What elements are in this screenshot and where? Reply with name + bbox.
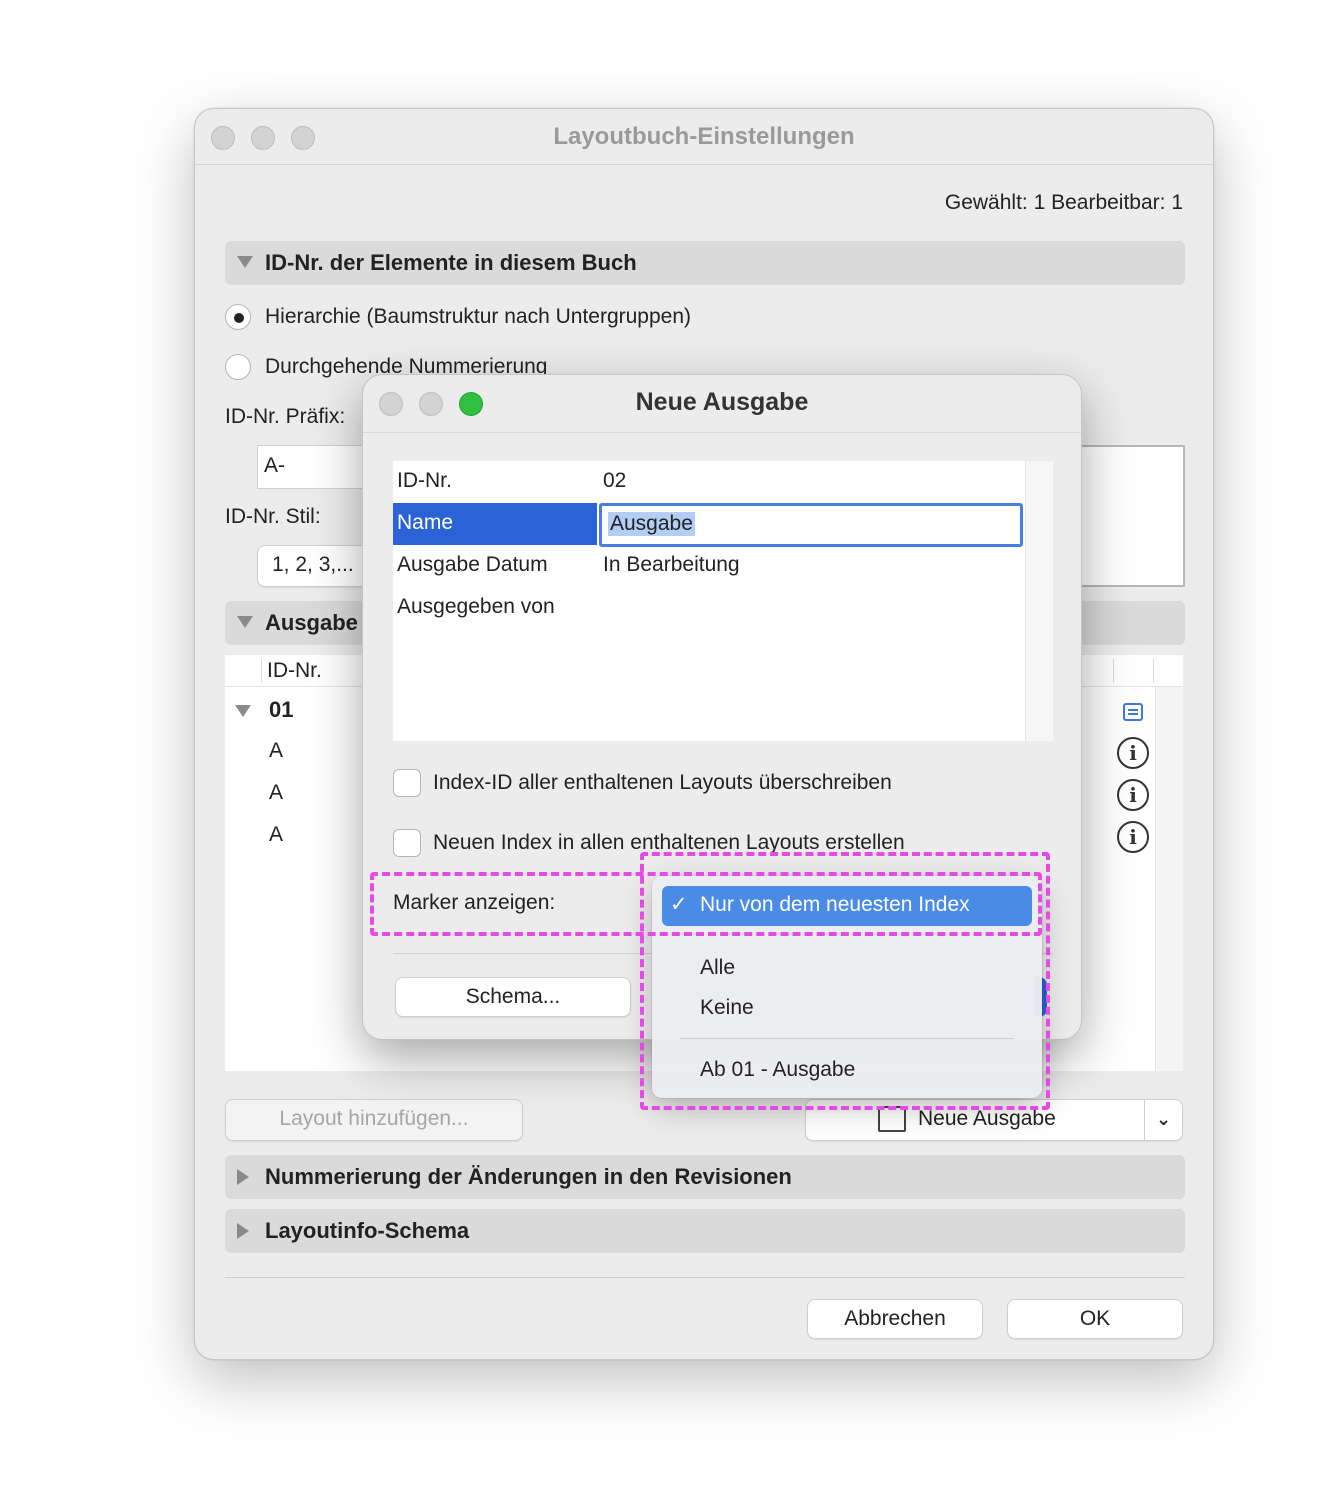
section-id-numbers-label: ID-Nr. der Elemente in diesem Buch <box>265 250 637 275</box>
name-input-text: Ausgabe <box>608 512 695 536</box>
override-index-label: Index-ID aller enthaltenen Layouts übers… <box>433 771 892 794</box>
preview-box <box>1075 445 1185 587</box>
chevron-down-icon[interactable]: ⌄ <box>1156 1100 1171 1138</box>
list-item[interactable]: A <box>269 823 283 847</box>
prefix-input[interactable]: A- <box>257 445 377 489</box>
window-title: Layoutbuch-Einstellungen <box>553 123 855 150</box>
list-item[interactable]: A <box>269 739 283 763</box>
radio-continuous[interactable] <box>225 354 251 380</box>
disclosure-triangle-icon <box>237 616 253 628</box>
disclosure-triangle-icon <box>237 256 253 268</box>
prop-key: Ausgegeben von <box>397 595 555 618</box>
properties-table: ID-Nr. 02 Name Ausgabe Ausgabe Datum In … <box>393 461 1053 741</box>
prop-value[interactable]: 02 <box>603 469 626 493</box>
prop-key: Name <box>397 511 454 534</box>
radio-hierarchy[interactable] <box>225 304 251 330</box>
prop-key: ID-Nr. <box>397 469 452 492</box>
cancel-button[interactable]: Abbrechen <box>807 1299 983 1339</box>
annotation-popup-menu <box>640 852 1050 1110</box>
override-index-checkbox[interactable] <box>393 769 421 797</box>
group-disclosure-icon[interactable] <box>235 705 251 717</box>
ok-button[interactable]: OK <box>1007 1299 1183 1339</box>
section-revisions-label: Nummerierung der Änderungen in den Revis… <box>265 1164 792 1189</box>
section-id-numbers[interactable]: ID-Nr. der Elemente in diesem Buch <box>225 241 1185 285</box>
footer-separator <box>225 1277 1185 1278</box>
prop-value[interactable]: In Bearbeitung <box>603 553 740 577</box>
info-icon[interactable]: i <box>1117 779 1149 811</box>
title-bar: Layoutbuch-Einstellungen <box>195 109 1213 165</box>
dialog-title: Neue Ausgabe <box>635 388 809 416</box>
list-group-01[interactable]: 01 <box>269 697 293 723</box>
add-layout-button[interactable]: Layout hinzufügen... <box>225 1099 523 1141</box>
name-input[interactable]: Ausgabe <box>599 503 1023 547</box>
list-item[interactable]: A <box>269 781 283 805</box>
section-layoutinfo[interactable]: Layoutinfo-Schema <box>225 1209 1185 1253</box>
section-layoutinfo-label: Layoutinfo-Schema <box>265 1218 470 1243</box>
list-header-id: ID-Nr. <box>267 659 322 682</box>
dialog-title-bar: Neue Ausgabe <box>363 375 1081 433</box>
info-icon[interactable]: i <box>1117 821 1149 853</box>
schema-button[interactable]: Schema... <box>395 977 631 1017</box>
disclosure-triangle-icon <box>237 1223 249 1239</box>
radio-hierarchy-label: Hierarchie (Baumstruktur nach Untergrupp… <box>265 305 692 328</box>
new-index-checkbox[interactable] <box>393 829 421 857</box>
info-icon[interactable]: i <box>1117 737 1149 769</box>
properties-scrollbar[interactable] <box>1025 461 1053 741</box>
section-issue-label: Ausgabe <box>265 610 358 635</box>
disclosure-triangle-icon <box>237 1169 249 1185</box>
list-view-icon[interactable] <box>1123 703 1143 721</box>
selection-status: Gewählt: 1 Bearbeitbar: 1 <box>944 191 1183 214</box>
section-revisions[interactable]: Nummerierung der Änderungen in den Revis… <box>225 1155 1185 1199</box>
style-label: ID-Nr. Stil: <box>225 505 321 528</box>
prefix-label: ID-Nr. Präfix: <box>225 405 346 428</box>
prop-key: Ausgabe Datum <box>397 553 548 576</box>
list-scrollbar[interactable] <box>1155 687 1183 1071</box>
